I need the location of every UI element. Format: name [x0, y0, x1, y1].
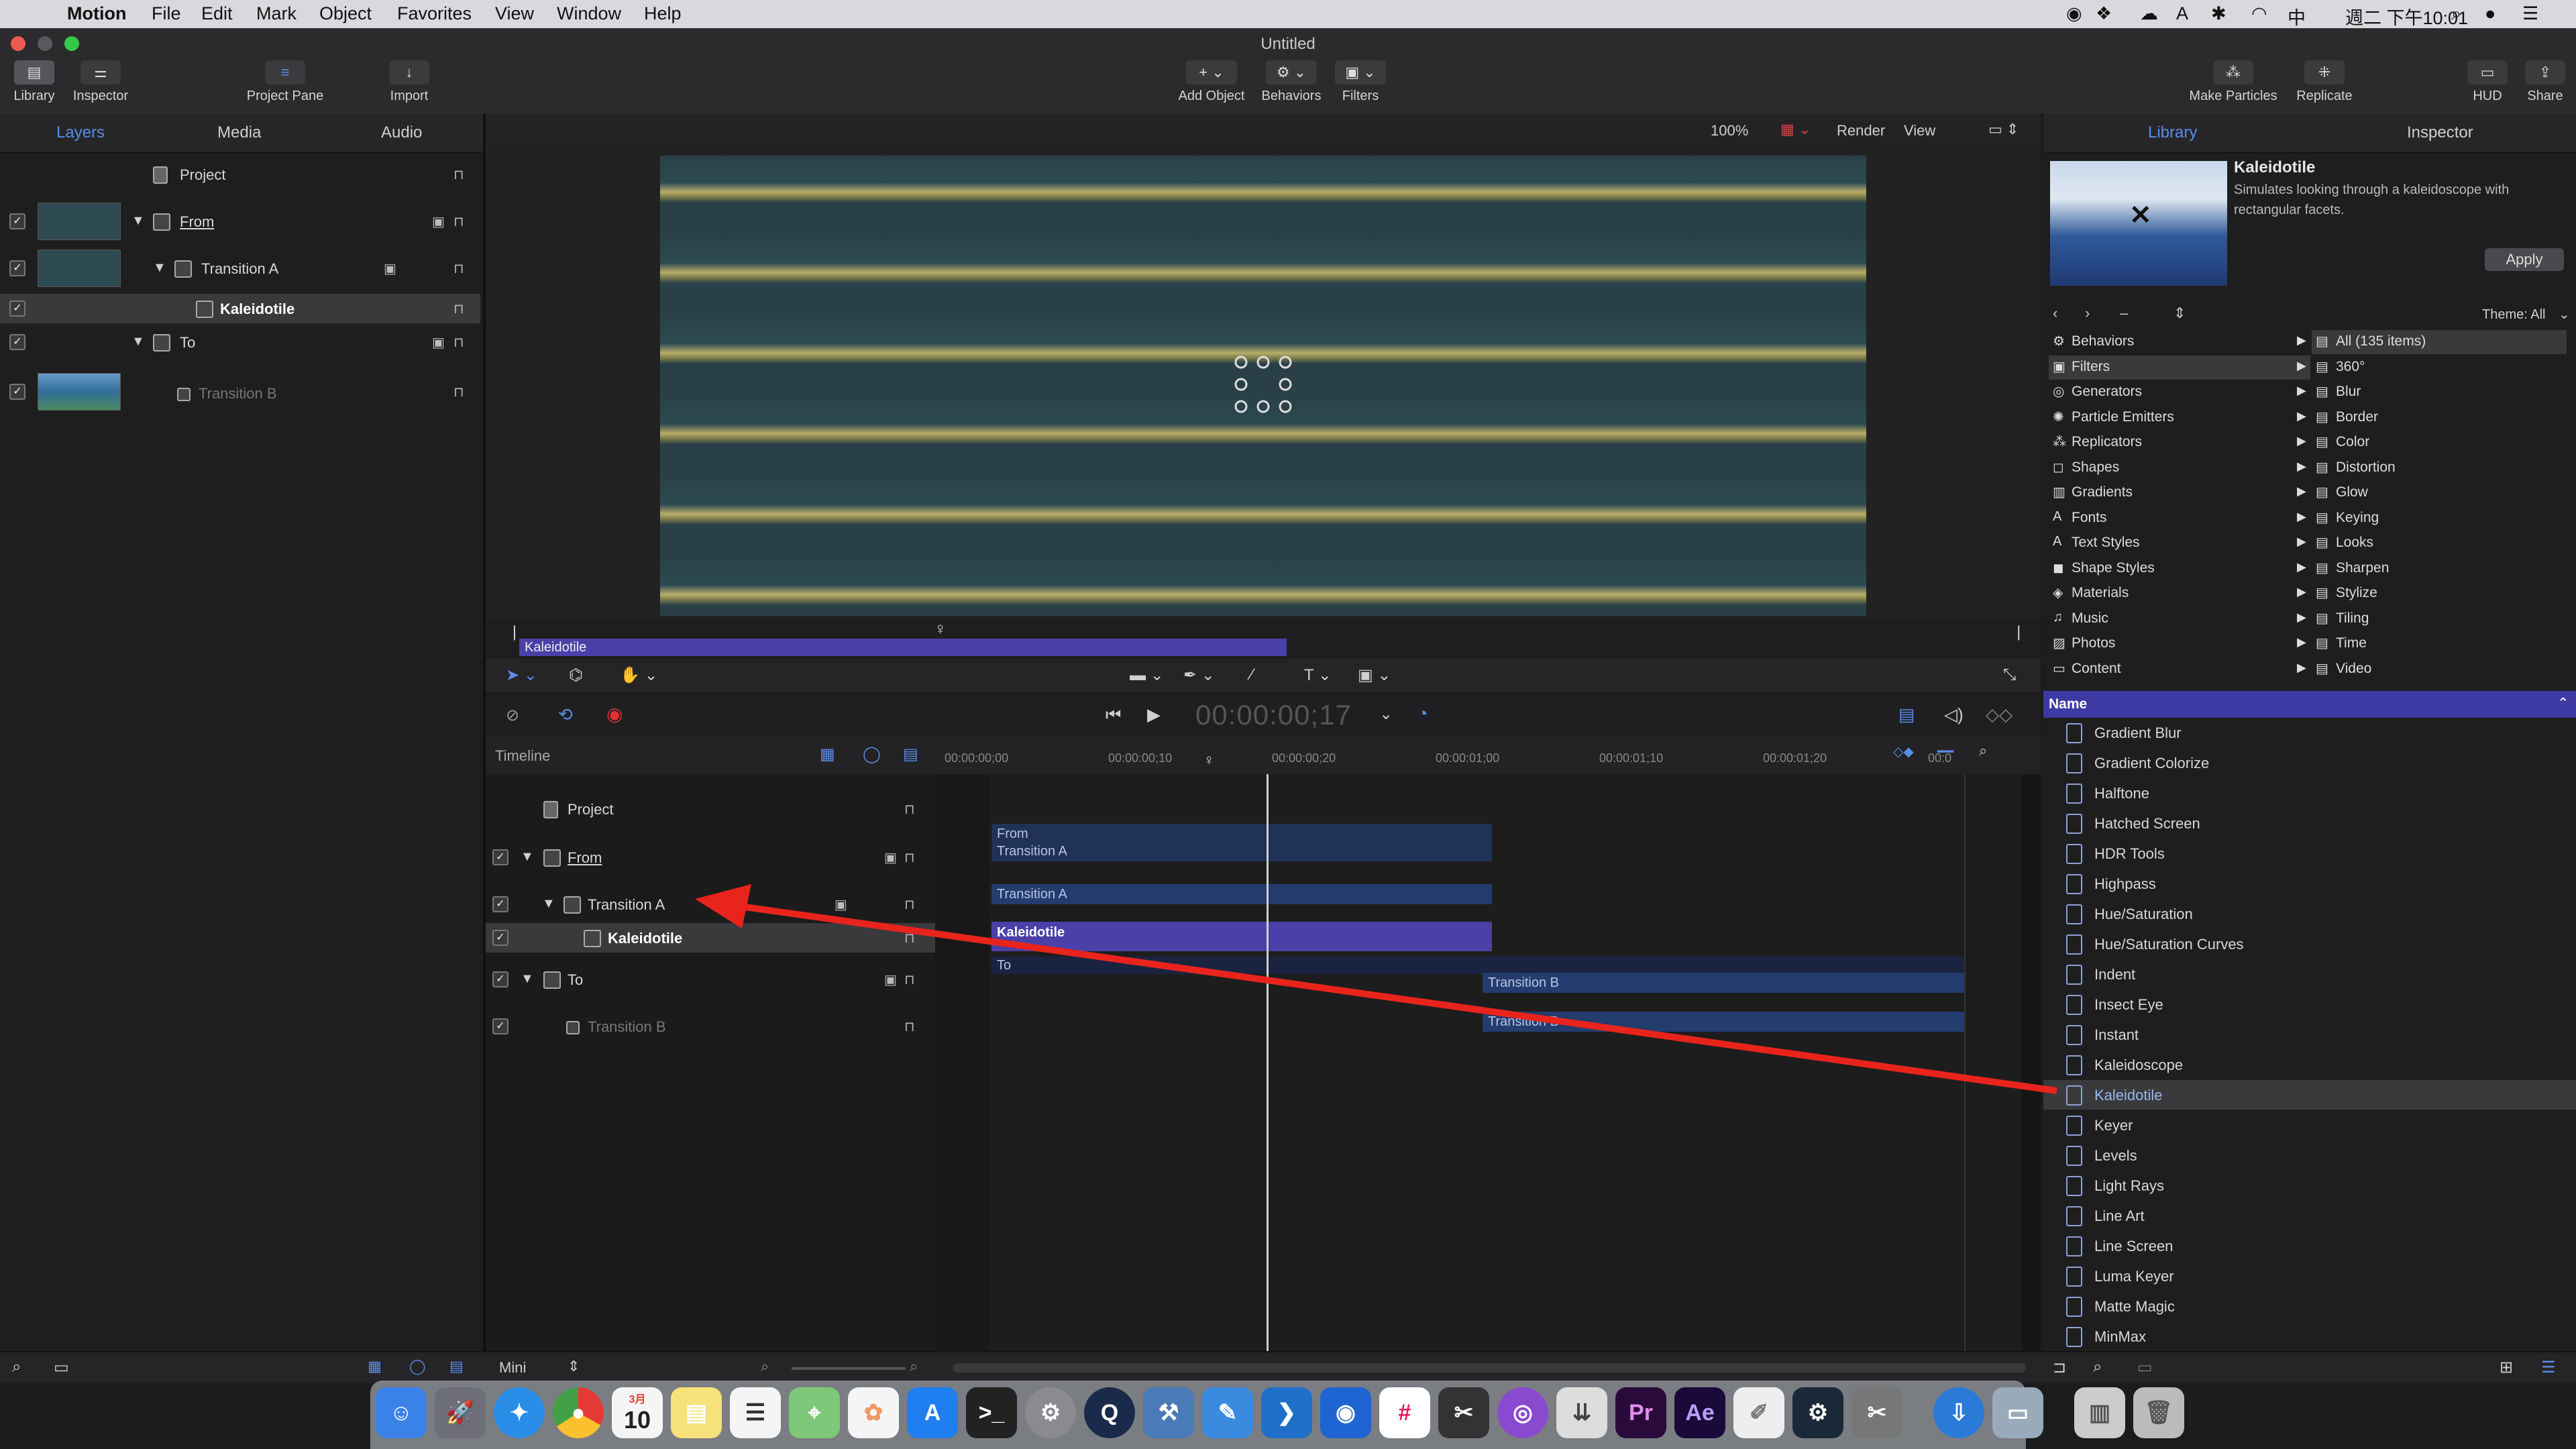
search-icon[interactable]: ⌕	[12, 1358, 21, 1377]
quicktime-icon[interactable]: Q	[1084, 1387, 1135, 1438]
list-view-icon[interactable]: ☰	[2541, 1358, 2556, 1377]
xcode-icon[interactable]: ⚒	[1143, 1387, 1194, 1438]
compressor-icon[interactable]: ⇊	[1556, 1387, 1607, 1438]
premiere-pro-icon[interactable]: Pr	[1615, 1387, 1666, 1438]
show-filters-icon[interactable]: ▤	[449, 1358, 464, 1375]
text-editor-icon[interactable]: ✐	[1733, 1387, 1784, 1438]
track-size-menu[interactable]: Mini	[499, 1359, 526, 1377]
screenshot-icon[interactable]: ▭	[1992, 1387, 2043, 1438]
trash-icon[interactable]: 🗑	[2133, 1387, 2184, 1438]
downloads-icon[interactable]: ⇩	[1933, 1387, 1984, 1438]
app-store-icon[interactable]: A	[907, 1387, 958, 1438]
bottom-status-bar: ⌕ ▭ ▦ ◯ ▤ Mini ⇕ ⌕ ⌕ ⊐ ⌕ ▭ ⊞ ☰	[0, 1351, 2576, 1383]
library-search-icon[interactable]: ⌕	[2093, 1358, 2102, 1377]
zoom-in-icon[interactable]: ⌕	[910, 1358, 918, 1375]
final-cut-icon[interactable]: ✂	[1438, 1387, 1489, 1438]
after-effects-icon[interactable]: Ae	[1674, 1387, 1725, 1438]
system-preferences-icon[interactable]: ⚙	[1025, 1387, 1076, 1438]
dock: ☺ 🚀 ✦ ● 3月 10 ▤ ☰ ⌖ ✿ A >_ ⚙ Q ⚒ ✎ ❯ ◉ #…	[370, 1381, 2184, 1449]
layout-icon[interactable]: ▭	[54, 1358, 69, 1377]
annotation-arrow	[695, 884, 2057, 1094]
arrow-line	[744, 904, 2057, 1094]
safari-icon[interactable]: ✦	[494, 1387, 545, 1438]
launchpad-icon[interactable]: 🚀	[435, 1387, 486, 1438]
motion-icon[interactable]: ◎	[1497, 1387, 1548, 1438]
finder-icon[interactable]: ☺	[376, 1387, 427, 1438]
notes-icon[interactable]: ▤	[671, 1387, 722, 1438]
zoom-slider[interactable]	[792, 1367, 906, 1370]
maps-icon[interactable]: ⌖	[789, 1387, 840, 1438]
drawing-app-icon[interactable]: ✎	[1202, 1387, 1253, 1438]
track-size-stepper-icon[interactable]: ⇕	[568, 1358, 580, 1375]
vscode-icon[interactable]: ❯	[1261, 1387, 1312, 1438]
show-layers-icon[interactable]: ▦	[368, 1358, 382, 1375]
archive-icon[interactable]: ▥	[2074, 1387, 2125, 1438]
steam-icon[interactable]: ⚙	[1792, 1387, 1843, 1438]
slack-icon[interactable]: #	[1379, 1387, 1430, 1438]
arrow-head	[695, 884, 751, 928]
icon-view-icon[interactable]: ⊞	[2500, 1358, 2513, 1377]
photos-icon[interactable]: ✿	[848, 1387, 899, 1438]
zoom-out-icon[interactable]: ⌕	[761, 1358, 769, 1375]
location-app-icon[interactable]: ◉	[1320, 1387, 1371, 1438]
utility-icon[interactable]: ✂	[1851, 1387, 1902, 1438]
chrome-icon[interactable]: ●	[553, 1387, 604, 1438]
library-layout-icon[interactable]: ▭	[2137, 1358, 2153, 1377]
timeline-scrollbar[interactable]	[953, 1363, 2026, 1373]
reminders-icon[interactable]: ☰	[730, 1387, 781, 1438]
calendar-month: 3月	[629, 1394, 646, 1405]
show-behaviors-icon[interactable]: ◯	[409, 1358, 426, 1375]
calendar-icon[interactable]: 3月 10	[612, 1387, 663, 1438]
new-folder-icon[interactable]: ⊐	[2053, 1358, 2066, 1377]
calendar-day: 10	[623, 1406, 651, 1434]
terminal-icon[interactable]: >_	[966, 1387, 1017, 1438]
